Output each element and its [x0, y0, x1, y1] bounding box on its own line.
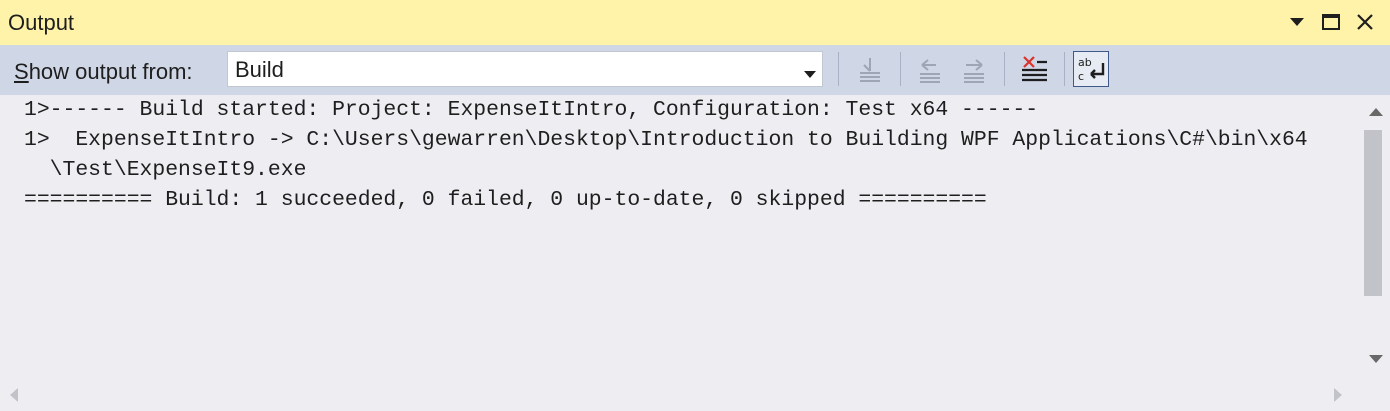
- toolbar-separator: [900, 52, 901, 86]
- output-toolbar: Show output from: Build ab c: [0, 45, 1390, 95]
- title-bar: Output: [0, 0, 1390, 45]
- output-line: ========== Build: 1 succeeded, 0 failed,…: [24, 188, 987, 212]
- next-message-icon: [964, 59, 984, 83]
- show-output-from-text: how output from:: [28, 59, 193, 84]
- next-message-button[interactable]: [956, 51, 992, 87]
- output-line: 1> ExpenseItIntro -> C:\Users\gewarren\D…: [24, 128, 1308, 152]
- window-menu-dropdown-icon[interactable]: [1284, 8, 1310, 36]
- output-line: 1>------ Build started: Project: Expense…: [24, 98, 1039, 122]
- previous-message-button[interactable]: [912, 51, 948, 87]
- output-text-area[interactable]: 1>------ Build started: Project: Expense…: [0, 95, 1362, 382]
- word-wrap-icon: ab c: [1078, 56, 1105, 83]
- previous-message-icon: [920, 59, 940, 83]
- go-to-location-icon: [860, 58, 880, 82]
- vertical-scrollbar-thumb[interactable]: [1364, 130, 1382, 296]
- chevron-down-icon: [804, 66, 816, 84]
- output-source-value: Build: [235, 57, 284, 82]
- clear-all-icon: [1022, 56, 1047, 82]
- accelerator-key: S: [14, 59, 29, 84]
- horizontal-scrollbar[interactable]: [0, 382, 1362, 411]
- toolbar-separator: [1064, 52, 1065, 86]
- scroll-down-icon[interactable]: [1368, 354, 1384, 364]
- maximize-icon[interactable]: [1318, 8, 1344, 36]
- toolbar-separator: [838, 52, 839, 86]
- clear-all-button[interactable]: [1016, 51, 1052, 87]
- output-line: \Test\ExpenseIt9.exe: [24, 158, 307, 182]
- scroll-right-icon[interactable]: [1333, 387, 1343, 403]
- svg-text:ab: ab: [1078, 56, 1092, 69]
- output-source-dropdown[interactable]: Build: [227, 51, 823, 87]
- scroll-up-icon[interactable]: [1368, 107, 1384, 117]
- toolbar-separator: [1004, 52, 1005, 86]
- close-icon[interactable]: [1352, 8, 1378, 36]
- scroll-left-icon[interactable]: [9, 387, 19, 403]
- word-wrap-toggle[interactable]: ab c: [1073, 51, 1109, 87]
- svg-text:c: c: [1078, 70, 1084, 83]
- go-to-location-button[interactable]: [852, 51, 888, 87]
- show-output-from-label: Show output from:: [14, 59, 193, 85]
- window-title: Output: [8, 10, 75, 35]
